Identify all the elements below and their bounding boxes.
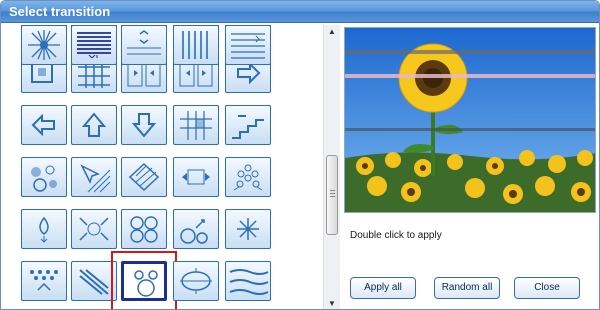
transition-option-puzzle-stripes[interactable] [225,261,271,301]
transition-option-stairs[interactable] [225,105,271,145]
diamond-stripes-icon [128,162,160,192]
preview-image[interactable] [344,27,596,213]
preview-panel: Double click to apply Apply all Random a… [342,25,599,309]
sunflower-preview [345,28,595,212]
transition-option-ellipse-split[interactable] [173,261,219,301]
grip-line [330,190,335,191]
transition-option-horizontal-blinds[interactable] [71,25,117,65]
circles-burst-icon [180,219,208,244]
transition-option-arrow-up[interactable] [71,105,117,145]
horizontal-blinds-icon [77,32,111,59]
transition-option-drop[interactable] [21,209,67,249]
sunburst-icon [28,30,60,60]
arrow-left-icon [31,113,55,137]
apply-all-button[interactable]: Apply all [350,277,416,299]
select-transition-window: Select transition ▲ ▼ Double click to ap… [0,0,600,310]
transition-option-circles-cluster[interactable] [121,209,167,249]
random-all-button[interactable]: Random all [434,277,500,299]
grid-fill-icon [180,111,212,140]
dots-fan-icon [233,164,263,191]
close-button[interactable]: Close [514,277,580,299]
dots-grid-icon [30,270,58,291]
puzzle-stripes-icon [229,269,269,295]
transition-option-arrow-left[interactable] [21,105,67,145]
transition-option-vertical-arrows[interactable] [121,25,167,65]
transition-option-circles[interactable] [21,157,67,197]
scroll-thumb[interactable] [326,155,338,235]
grip-line [330,193,335,194]
vertical-arrows-icon [127,30,161,55]
arrows-out-icon [182,169,210,185]
transition-option-circles-burst[interactable] [173,209,219,249]
circles-cluster-icon [130,216,158,243]
transition-grid [3,25,323,309]
transition-option-arrow-down[interactable] [121,105,167,145]
grip-line [330,196,335,197]
transition-option-dots-fan[interactable] [225,157,271,197]
apply-hint: Double click to apply [350,230,442,241]
arrows-in-icon [79,217,109,241]
scroll-down-arrow-icon[interactable]: ▼ [324,297,340,309]
transition-option-cursor-diagonal[interactable] [71,157,117,197]
star-burst-icon [237,218,259,240]
arrow-up-icon [81,112,107,137]
transition-option-vertical-blinds[interactable] [173,25,219,65]
wide-blinds-icon [231,33,265,59]
transition-option-dots-grid[interactable] [21,261,67,301]
transition-option-arrows-out[interactable] [173,157,219,197]
vertical-scrollbar[interactable]: ▲ ▼ [323,25,340,309]
scroll-up-arrow-icon[interactable]: ▲ [324,25,340,39]
transition-option-diamond-stripes[interactable] [121,157,167,197]
ellipse-split-icon [180,268,212,294]
arrow-down-icon [131,113,157,138]
window-title: Select transition [1,1,599,23]
diagonal-slash-icon [79,269,109,295]
stairs-icon [232,115,264,139]
drop-icon [39,216,49,243]
transition-option-star-burst[interactable] [225,209,271,249]
vertical-blinds-icon [182,31,208,59]
circles-icon [31,165,57,192]
selection-frame [111,251,177,309]
transition-option-grid-fill[interactable] [173,105,219,145]
cursor-diagonal-icon [80,164,111,193]
transition-option-wide-blinds[interactable] [225,25,271,65]
transition-option-sunburst[interactable] [21,25,67,65]
transition-option-arrows-in[interactable] [71,209,117,249]
